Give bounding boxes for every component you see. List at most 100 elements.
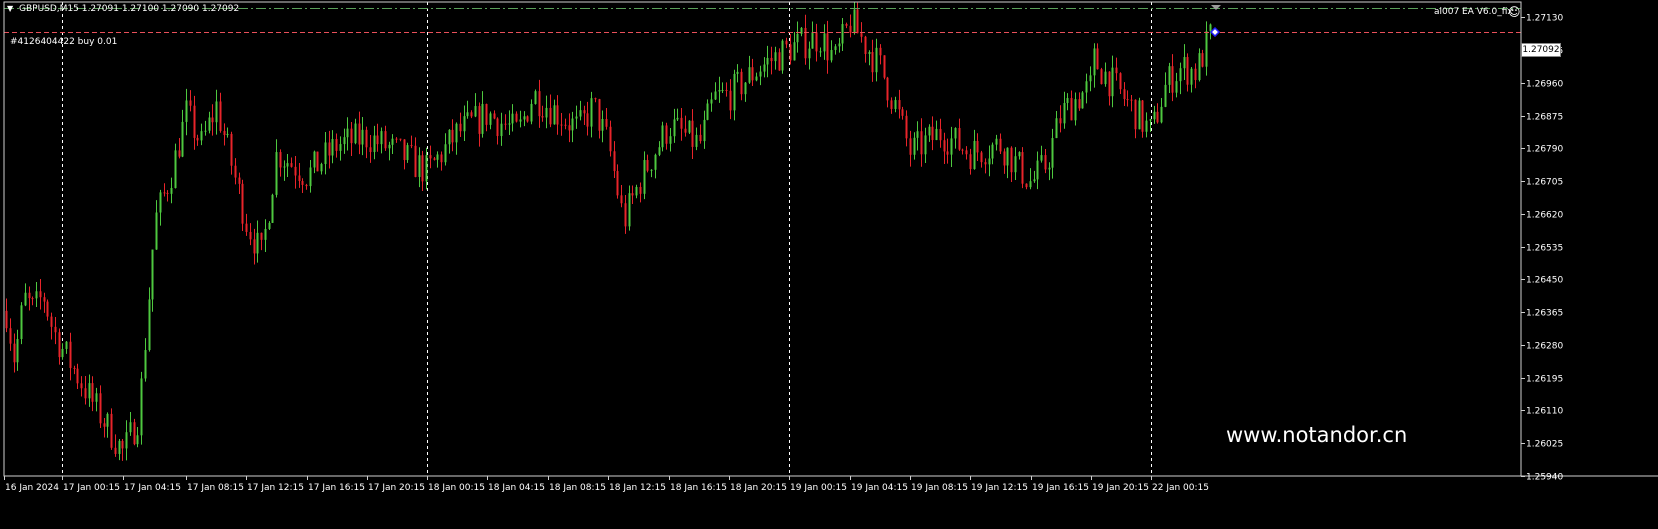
candle <box>358 111 361 155</box>
candle <box>1198 48 1201 82</box>
candle-body <box>549 107 552 125</box>
smiley-icon[interactable]: ☺ <box>1508 6 1521 18</box>
candle-body <box>714 91 717 100</box>
candle <box>605 108 608 130</box>
candle-body <box>583 110 586 114</box>
candle <box>928 124 931 142</box>
candle-body <box>781 40 784 71</box>
candle-body <box>106 413 109 427</box>
candle-body <box>710 99 713 104</box>
candle-body <box>388 144 391 149</box>
candle <box>759 65 762 86</box>
candle-body <box>61 348 64 358</box>
candle-body <box>729 90 732 111</box>
candle-body <box>680 117 683 129</box>
candle <box>774 46 777 70</box>
candle <box>526 115 529 123</box>
candle-body <box>916 131 919 138</box>
candle <box>1138 97 1141 130</box>
candle-body <box>260 232 263 240</box>
candle-body <box>384 131 387 149</box>
candle-body <box>1108 71 1111 97</box>
candle-body <box>166 192 169 194</box>
candle-body <box>856 9 859 34</box>
candle-body <box>256 232 259 254</box>
candle <box>733 69 736 121</box>
candle-body <box>369 147 372 153</box>
candle <box>556 95 559 135</box>
candle <box>729 79 732 120</box>
candle <box>185 88 188 136</box>
candle <box>969 148 972 175</box>
candle-body <box>826 33 829 61</box>
candle-body <box>155 212 158 250</box>
candle-body <box>230 133 233 166</box>
candle-body <box>1066 98 1069 103</box>
candle-body <box>440 154 443 163</box>
candle-body <box>601 118 604 131</box>
time-tick-label: 18 Jan 20:15 <box>730 483 787 493</box>
candle <box>755 72 758 82</box>
candle-body <box>350 128 353 144</box>
price-tick-label: 1.26705 <box>1526 178 1563 188</box>
candle-body <box>133 422 136 445</box>
candle <box>226 127 229 138</box>
candle <box>1153 105 1156 124</box>
candle <box>1048 162 1051 181</box>
time-tick-label: 22 Jan 00:15 <box>1152 483 1209 493</box>
triangle-down-icon[interactable]: ▼ <box>7 5 13 13</box>
candle <box>808 41 811 70</box>
candle <box>286 154 289 177</box>
candle <box>669 128 672 152</box>
candle <box>309 160 312 193</box>
candle <box>466 100 469 119</box>
candle-body <box>324 142 327 165</box>
candle <box>1025 183 1028 190</box>
candle <box>946 138 949 164</box>
price-tick-label: 1.26790 <box>1526 145 1563 155</box>
candle <box>459 112 462 137</box>
candle <box>440 151 443 171</box>
candle <box>133 418 136 446</box>
candle-body <box>103 423 106 427</box>
candle <box>830 40 833 63</box>
candle <box>256 220 259 263</box>
candle <box>1104 62 1107 87</box>
candle-body <box>673 119 676 137</box>
candle <box>253 228 256 265</box>
candle-body <box>28 292 31 299</box>
candle <box>241 179 244 231</box>
candle <box>1044 149 1047 174</box>
candle-body <box>984 162 987 165</box>
candle-body <box>500 123 503 137</box>
price-chart[interactable]: 1.271301.270451.269601.268751.267901.267… <box>0 0 1658 529</box>
candle <box>9 318 12 351</box>
candle <box>354 118 357 145</box>
candle-body <box>928 126 931 136</box>
candle <box>703 110 706 149</box>
candle <box>50 312 53 340</box>
candle <box>151 249 154 312</box>
candle <box>736 64 739 83</box>
candle-body <box>1186 57 1189 85</box>
candle <box>39 278 42 310</box>
candle-body <box>1055 118 1058 139</box>
candle-body <box>436 154 439 160</box>
candle <box>1074 92 1077 126</box>
time-tick-label: 17 Jan 12:15 <box>247 483 304 493</box>
candle-body <box>616 171 619 196</box>
candle-body <box>1048 167 1051 170</box>
candle-body <box>373 135 376 153</box>
candle-body <box>590 98 593 127</box>
candle-body <box>860 33 863 37</box>
candle <box>189 90 192 112</box>
candle <box>376 123 379 152</box>
candle <box>58 328 61 365</box>
chart-window[interactable]: 1.271301.270451.269601.268751.267901.267… <box>0 0 1658 529</box>
candle <box>1018 151 1021 160</box>
candle-body <box>380 131 383 145</box>
candle <box>429 145 432 169</box>
candle <box>493 110 496 120</box>
candle <box>931 116 934 151</box>
candle <box>46 299 49 321</box>
